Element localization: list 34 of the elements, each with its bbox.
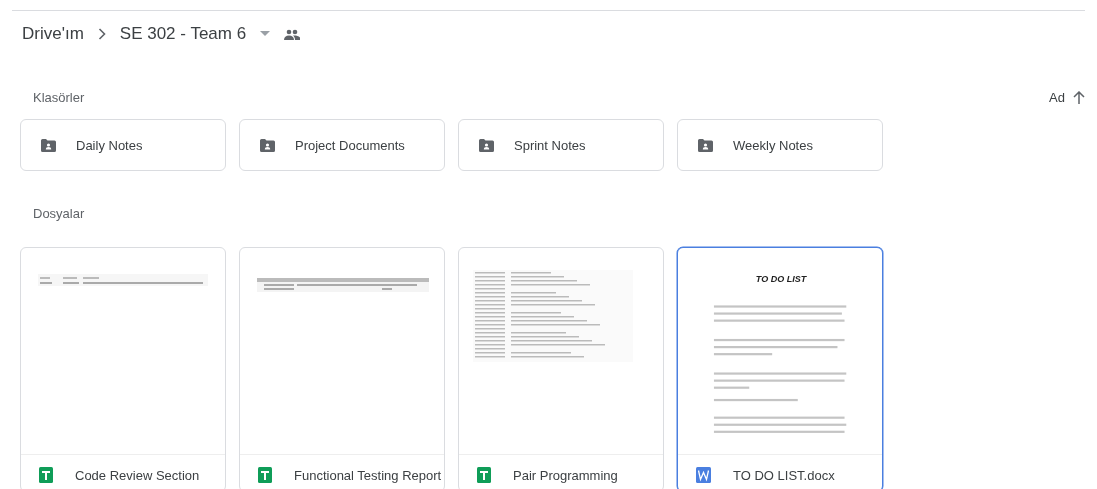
section-title: Dosyalar [33,205,85,221]
folder-name: Weekly Notes [733,137,813,153]
shared-folder-icon [41,138,56,152]
dropdown-icon[interactable] [260,31,271,37]
shared-folder-icon [698,138,713,152]
file-card[interactable]: Functional Testing Report [239,247,445,489]
folder-card[interactable]: Weekly Notes [677,119,883,171]
shared-folder-icon [260,138,275,152]
file-card[interactable]: Pair Programming [458,247,664,489]
document-title: TO DO LIST [755,274,807,284]
folder-card[interactable]: Project Documents [239,119,445,171]
people-icon[interactable] [284,28,301,40]
file-card[interactable]: TO DO LIST TO DO LIST.docx [677,247,883,489]
folder-card[interactable]: Daily Notes [20,119,226,171]
breadcrumb-item[interactable]: SE 302 - Team 6 [115,20,251,48]
file-name: TO DO LIST.docx [733,467,835,483]
folder-name: Project Documents [295,137,405,153]
file-name: Functional Testing Report [294,467,442,483]
chevron-icon [97,28,106,40]
folder-name: Sprint Notes [514,137,586,153]
breadcrumb-item[interactable]: Drive'ım [18,20,88,48]
file-name: Pair Programming [513,467,618,483]
file-name: Code Review Section [75,467,200,483]
spreadsheet-icon [258,467,272,483]
spreadsheet-icon [477,467,491,483]
spreadsheet-icon [39,467,53,483]
shared-folder-icon [479,138,494,152]
arrow-up-icon [1073,90,1085,104]
file-card[interactable]: Code Review Section [20,247,226,489]
folder-card[interactable]: Sprint Notes [458,119,664,171]
sort-button[interactable]: Ad [1049,89,1085,105]
folder-name: Daily Notes [76,137,143,153]
word-document-icon [696,467,711,483]
section-title: Klasörler [33,89,85,105]
